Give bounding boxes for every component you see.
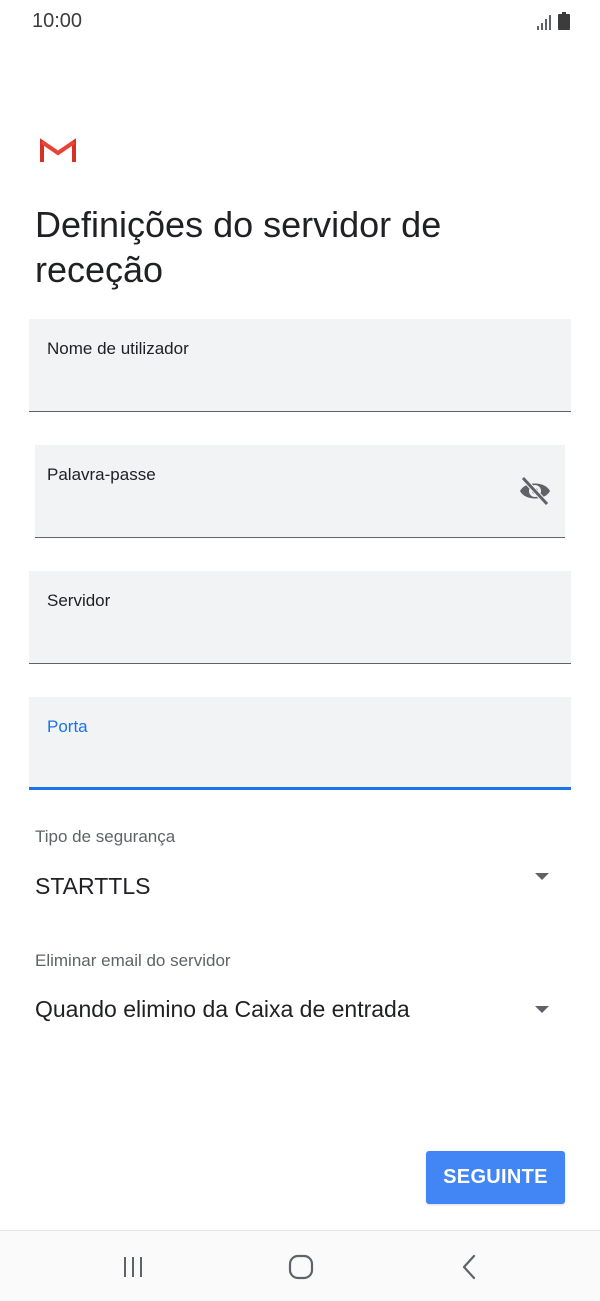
password-field[interactable]: Palavra-passe bbox=[35, 445, 565, 538]
page-title: Definições do servidor de receção bbox=[35, 204, 442, 290]
port-label: Porta bbox=[47, 717, 88, 736]
home-icon bbox=[288, 1254, 314, 1280]
recents-button[interactable] bbox=[113, 1253, 153, 1281]
delete-email-dropdown[interactable]: Quando elimino da Caixa de entrada bbox=[35, 988, 565, 1030]
chevron-down-icon bbox=[535, 1006, 549, 1013]
username-field[interactable]: Nome de utilizador bbox=[29, 319, 571, 412]
password-input[interactable] bbox=[47, 497, 471, 527]
recents-icon bbox=[124, 1257, 142, 1277]
home-button[interactable] bbox=[281, 1253, 321, 1281]
status-icons bbox=[536, 12, 570, 30]
username-label: Nome de utilizador bbox=[47, 339, 189, 358]
chevron-down-icon bbox=[535, 873, 549, 880]
security-type-value: STARTTLS bbox=[35, 873, 151, 899]
status-time: 10:00 bbox=[32, 10, 83, 32]
port-input[interactable] bbox=[47, 747, 481, 777]
delete-email-label: Eliminar email do servidor bbox=[35, 951, 231, 970]
delete-email-value: Quando elimino da Caixa de entrada bbox=[35, 996, 410, 1022]
battery-icon bbox=[558, 12, 570, 30]
port-field[interactable]: Porta bbox=[29, 697, 571, 790]
back-icon bbox=[462, 1254, 476, 1280]
eye-off-icon[interactable] bbox=[517, 475, 553, 507]
server-field[interactable]: Servidor bbox=[29, 571, 571, 664]
back-button[interactable] bbox=[449, 1253, 489, 1281]
security-type-dropdown[interactable]: STARTTLS bbox=[35, 865, 565, 907]
next-button[interactable]: SEGUINTE bbox=[426, 1151, 565, 1204]
password-label: Palavra-passe bbox=[47, 465, 156, 484]
gmail-logo bbox=[40, 138, 76, 162]
signal-icon bbox=[537, 15, 551, 30]
security-type-label: Tipo de segurança bbox=[35, 827, 176, 846]
server-label: Servidor bbox=[47, 591, 111, 610]
server-input[interactable] bbox=[47, 623, 481, 653]
navigation-bar bbox=[0, 1230, 600, 1301]
username-input[interactable] bbox=[47, 371, 481, 401]
